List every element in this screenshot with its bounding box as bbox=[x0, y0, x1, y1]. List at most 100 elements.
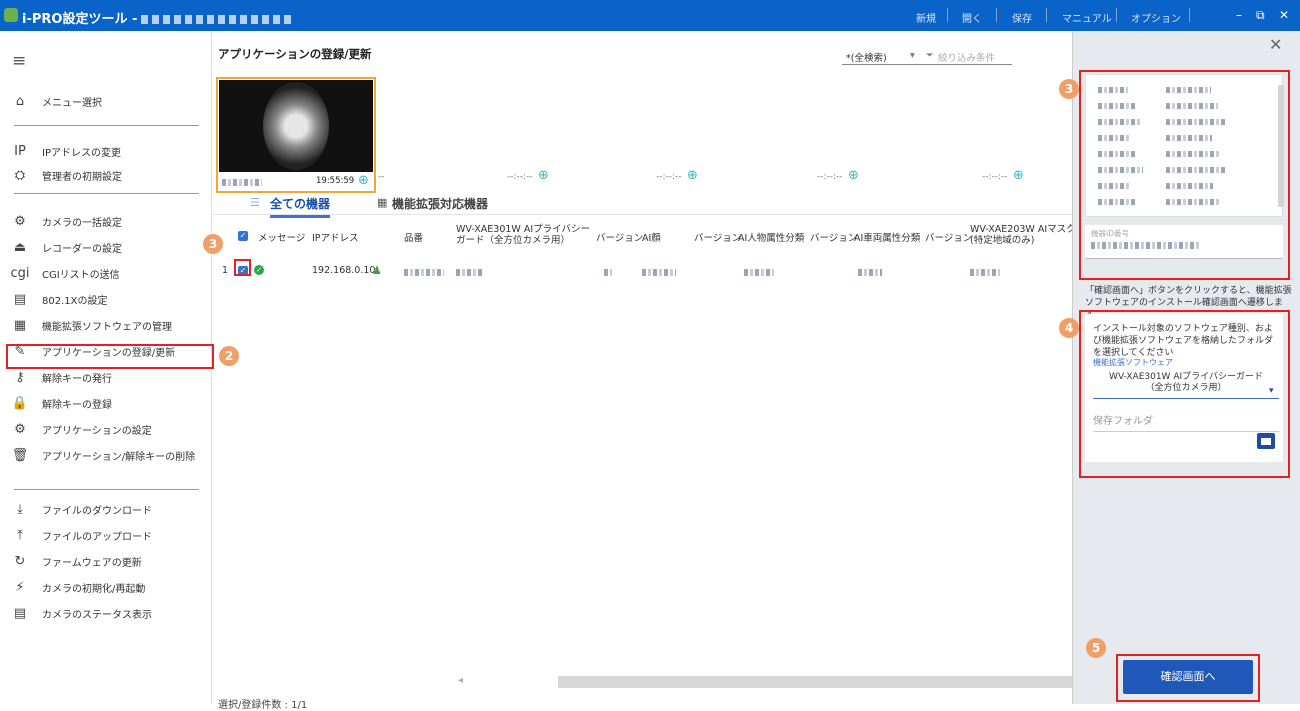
sidebar-item-admin[interactable]: ⛭ 管理者の初期設定 bbox=[10, 165, 122, 185]
col-ip: IPアドレス bbox=[312, 233, 359, 244]
app-title: i-PRO設定ツール - bbox=[22, 8, 292, 27]
sidebar-item-key-register[interactable]: 🔒 解除キーの登録 bbox=[10, 393, 112, 413]
col-version: バージョン bbox=[596, 233, 644, 244]
step-badge-4: 4 bbox=[1059, 318, 1079, 338]
slot-label: --:--:-- bbox=[817, 172, 843, 182]
sidebar-item-status[interactable]: ▤ カメラのステータス表示 bbox=[10, 603, 152, 623]
table-row[interactable]: 1 ✓ ✓ 192.168.0.10 ♟ bbox=[212, 262, 1072, 280]
status-icon: ▤ bbox=[13, 605, 27, 621]
menu-save[interactable]: 保存 bbox=[1012, 10, 1032, 25]
minimize-icon[interactable]: – bbox=[1236, 8, 1242, 22]
col-ai-face: AI顔 bbox=[642, 233, 661, 244]
col-ai-guard: WV-XAE301W AIプライバシー ガード（全方位カメラ用） bbox=[456, 224, 590, 246]
row-ai-face bbox=[642, 269, 676, 276]
key-issue-icon: ⚷ bbox=[15, 369, 25, 385]
main-content: アプリケーションの登録/更新 *(全検索) ▾ ⏷ 絞り込み条件 19:55:5… bbox=[203, 31, 1085, 711]
horizontal-scrollbar[interactable]: ◂ bbox=[422, 675, 1072, 688]
search-filter[interactable]: *(全検索) ▾ ⏷ 絞り込み条件 bbox=[842, 47, 1012, 65]
scrollbar-thumb[interactable] bbox=[558, 676, 1072, 688]
zoom-icon[interactable]: ⊕ bbox=[687, 168, 698, 183]
extension-icon: ▦ bbox=[13, 317, 27, 333]
sidebar-item-label: ファイルのダウンロード bbox=[42, 505, 152, 517]
zoom-icon[interactable]: ⊕ bbox=[538, 168, 549, 183]
highlight-box-3 bbox=[1079, 70, 1290, 280]
sidebar-item-label: ファイルのアップロード bbox=[42, 531, 152, 543]
camera-thumbnail[interactable]: 19:55:59 ⊕ bbox=[216, 77, 376, 193]
slot-label: --:--:-- bbox=[656, 172, 682, 182]
hamburger-icon[interactable]: ≡ bbox=[12, 51, 26, 71]
device-tabs: ☰ 全ての機器 ▦ 機能拡張対応機器 bbox=[212, 191, 1072, 218]
menu-new[interactable]: 新規 bbox=[916, 10, 936, 25]
sidebar-item-label: 機能拡張ソフトウェアの管理 bbox=[42, 321, 172, 333]
zoom-icon[interactable]: ⊕ bbox=[1013, 168, 1024, 183]
sidebar-item-delete[interactable]: 🗑 アプリケーション/解除キーの削除 bbox=[10, 445, 195, 465]
sidebar-item-cgi[interactable]: cgi CGIリストの送信 bbox=[10, 263, 119, 283]
sidebar-item-key-issue[interactable]: ⚷ 解除キーの発行 bbox=[10, 367, 112, 387]
sidebar-item-label: ファームウェアの更新 bbox=[42, 557, 142, 569]
row-ip: 192.168.0.10 bbox=[312, 265, 376, 276]
menu-open[interactable]: 開く bbox=[962, 10, 982, 25]
col-message: メッセージ bbox=[258, 233, 306, 244]
zoom-icon[interactable]: ⊕ bbox=[848, 168, 859, 183]
sidebar-item-8021x[interactable]: ▤ 802.1Xの設定 bbox=[10, 289, 108, 309]
camera-image bbox=[219, 80, 373, 172]
cgi-icon: cgi bbox=[10, 265, 30, 281]
ok-status-icon: ✓ bbox=[254, 265, 264, 275]
sidebar-item-label: メニュー選択 bbox=[42, 97, 102, 109]
chevron-down-icon[interactable]: ▾ bbox=[910, 50, 915, 61]
slot-label: --:--:-- bbox=[982, 172, 1008, 182]
thumb-label bbox=[222, 179, 262, 186]
close-window-icon[interactable]: ✕ bbox=[1279, 8, 1289, 22]
highlight-box-5 bbox=[1116, 654, 1260, 702]
scroll-left-icon[interactable]: ◂ bbox=[458, 675, 463, 686]
filter-input[interactable]: 絞り込み条件 bbox=[938, 50, 995, 64]
sidebar-item-ip[interactable]: IP IPアドレスの変更 bbox=[10, 141, 121, 161]
list-icon: ☰ bbox=[250, 196, 260, 209]
sidebar-item-extension[interactable]: ▦ 機能拡張ソフトウェアの管理 bbox=[10, 315, 172, 335]
tab-extension-devices[interactable]: 機能拡張対応機器 bbox=[392, 195, 488, 212]
recorder-icon: ⏏ bbox=[13, 239, 27, 255]
download-icon: ⤓ bbox=[17, 501, 23, 517]
thumb-time: 19:55:59 bbox=[316, 176, 355, 186]
sidebar-item-label: 解除キーの発行 bbox=[42, 373, 112, 385]
tab-all-devices[interactable]: 全ての機器 bbox=[270, 195, 331, 218]
col-version: バージョン bbox=[694, 233, 742, 244]
sidebar-item-label: 管理者の初期設定 bbox=[42, 171, 122, 183]
sidebar-item-reset[interactable]: ⚡ カメラの初期化/再起動 bbox=[10, 577, 145, 597]
select-all-checkbox[interactable]: ✓ bbox=[238, 231, 248, 241]
sidebar-item-firmware[interactable]: ↻ ファームウェアの更新 bbox=[10, 551, 142, 571]
sidebar-item-label: レコーダーの設定 bbox=[42, 243, 122, 255]
sidebar-item-upload[interactable]: ⤒ ファイルのアップロード bbox=[10, 525, 152, 545]
table-header: ✓ メッセージ IPアドレス 品番 WV-XAE301W AIプライバシー ガード… bbox=[212, 220, 1085, 257]
sidebar: ≡ ⌂ メニュー選択 IP IPアドレスの変更 ⛭ 管理者の初期設定 ⚙ カメラの一括設定 ⏏ レ… bbox=[0, 31, 239, 704]
search-mode[interactable]: *(全検索) bbox=[846, 50, 887, 64]
sidebar-item-label: 解除キーの登録 bbox=[42, 399, 112, 411]
sidebar-item-label: アプリケーション/解除キーの削除 bbox=[42, 451, 196, 463]
sidebar-item-recorder[interactable]: ⏏ レコーダーの設定 bbox=[10, 237, 122, 257]
row-index: 1 bbox=[222, 265, 229, 276]
sidebar-item-app-settings[interactable]: ⚙ アプリケーションの設定 bbox=[10, 419, 152, 439]
sidebar-item-download[interactable]: ⤓ ファイルのダウンロード bbox=[10, 499, 152, 519]
delete-icon: 🗑 bbox=[11, 447, 29, 463]
admin-icon: ⛭ bbox=[14, 167, 26, 183]
close-panel-icon[interactable]: ✕ bbox=[1269, 35, 1282, 54]
row-model bbox=[404, 269, 444, 276]
menu-options[interactable]: オプション bbox=[1131, 10, 1181, 25]
highlight-box-4 bbox=[1079, 310, 1290, 478]
8021x-icon: ▤ bbox=[13, 291, 27, 307]
col-model: 品番 bbox=[404, 233, 424, 244]
sidebar-item-camera-settings[interactable]: ⚙ カメラの一括設定 bbox=[10, 211, 122, 231]
col-ai-mask: WV-XAE203W AIマスク非 (特定地域のみ) bbox=[970, 224, 1086, 246]
step-badge-5: 5 bbox=[1086, 638, 1106, 658]
sidebar-item-home[interactable]: ⌂ メニュー選択 bbox=[10, 91, 102, 111]
maximize-icon[interactable]: ⧉ bbox=[1256, 8, 1265, 23]
row-ai-vehicle bbox=[858, 269, 882, 276]
filter-icon: ⏷ bbox=[926, 50, 934, 61]
firmware-icon: ↻ bbox=[14, 553, 26, 569]
menu-manual[interactable]: マニュアル bbox=[1062, 10, 1112, 25]
zoom-icon[interactable]: ⊕ bbox=[358, 173, 369, 188]
sidebar-divider bbox=[14, 125, 199, 126]
app-logo-icon bbox=[4, 8, 18, 22]
sidebar-item-label: 802.1Xの設定 bbox=[42, 295, 108, 307]
sidebar-item-label: アプリケーションの設定 bbox=[42, 425, 152, 437]
